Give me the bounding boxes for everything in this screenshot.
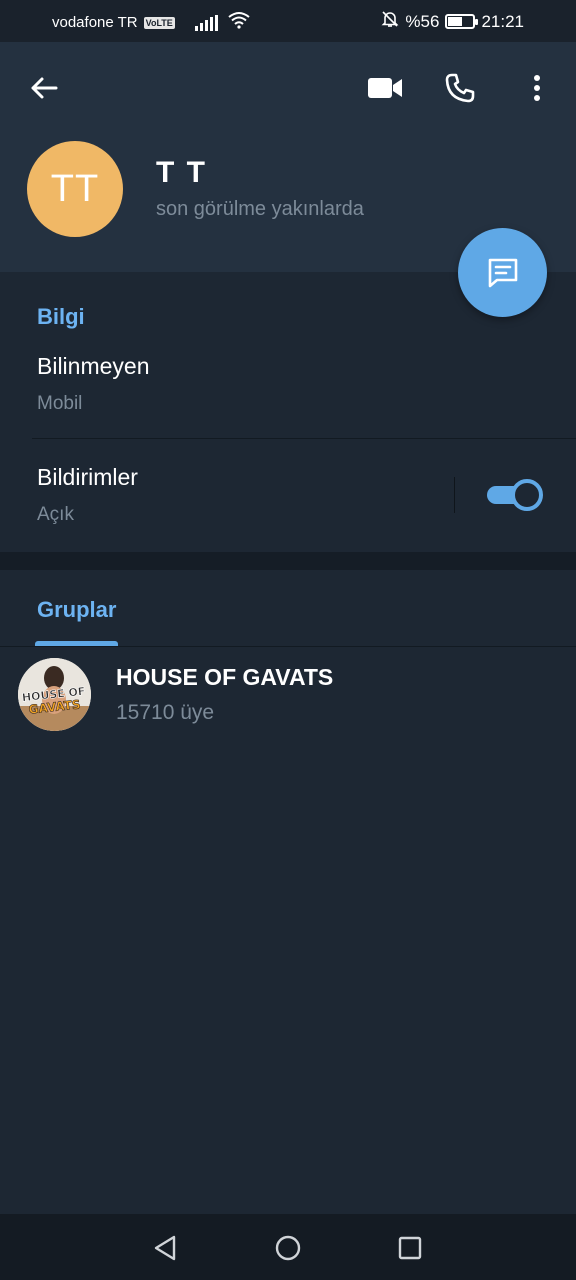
battery-fill [448, 17, 462, 26]
arrow-left-icon [31, 77, 58, 99]
group-avatar: HOUSE OF GAVATS [18, 658, 91, 731]
circle-home-icon [275, 1235, 301, 1261]
video-call-button[interactable] [363, 66, 407, 110]
signal-icon [194, 14, 218, 31]
section-gap [0, 552, 576, 570]
profile-screen: vodafone TR VoLTE %56 21:21 TT T T son g… [0, 0, 576, 1280]
video-camera-icon [368, 78, 402, 98]
group-avatar-image: HOUSE OF GAVATS [18, 658, 91, 731]
toggle-separator [454, 477, 455, 513]
phone-label: Mobil [37, 393, 83, 414]
carrier-label: vodafone TR [52, 14, 138, 31]
more-options-button[interactable] [515, 66, 559, 110]
phone-value: Bilinmeyen [37, 353, 150, 379]
notifications-toggle[interactable] [487, 479, 543, 511]
last-seen-status: son görülme yakınlarda [156, 198, 364, 220]
divider [32, 438, 576, 439]
toggle-knob [511, 479, 543, 511]
triangle-back-icon [154, 1235, 176, 1261]
voice-call-button[interactable] [438, 66, 482, 110]
message-icon [488, 258, 517, 287]
battery-percent: %56 [405, 11, 440, 31]
notifications-state: Açık [37, 504, 74, 525]
profile-name: T T [156, 156, 207, 189]
tab-groups[interactable]: Gruplar [37, 597, 116, 623]
clock: 21:21 [481, 11, 524, 31]
group-name: HOUSE OF GAVATS [116, 664, 334, 690]
nav-home-button[interactable] [268, 1228, 308, 1268]
battery-icon [445, 14, 479, 29]
bell-off-icon [381, 10, 399, 33]
square-recents-icon [398, 1236, 422, 1260]
avatar-initials: TT [50, 167, 100, 210]
notifications-title: Bildirimler [37, 464, 138, 490]
volte-badge: VoLTE [143, 16, 175, 29]
back-button[interactable] [24, 68, 64, 108]
info-section-title: Bilgi [37, 304, 85, 329]
avatar[interactable]: TT [27, 141, 123, 237]
phone-icon [445, 73, 475, 103]
wifi-icon [228, 11, 250, 34]
system-nav-bar [0, 1214, 576, 1280]
status-bar: vodafone TR VoLTE %56 21:21 [0, 0, 576, 42]
shared-media-tabs: Gruplar [0, 570, 576, 647]
tab-indicator [35, 641, 118, 646]
more-vertical-icon [534, 75, 540, 101]
nav-recents-button[interactable] [390, 1228, 430, 1268]
group-member-count: 15710 üye [116, 701, 215, 724]
list-item[interactable]: HOUSE OF GAVATS HOUSE OF GAVATS 15710 üy… [0, 648, 576, 740]
send-message-button[interactable] [458, 228, 547, 317]
nav-back-button[interactable] [145, 1228, 185, 1268]
